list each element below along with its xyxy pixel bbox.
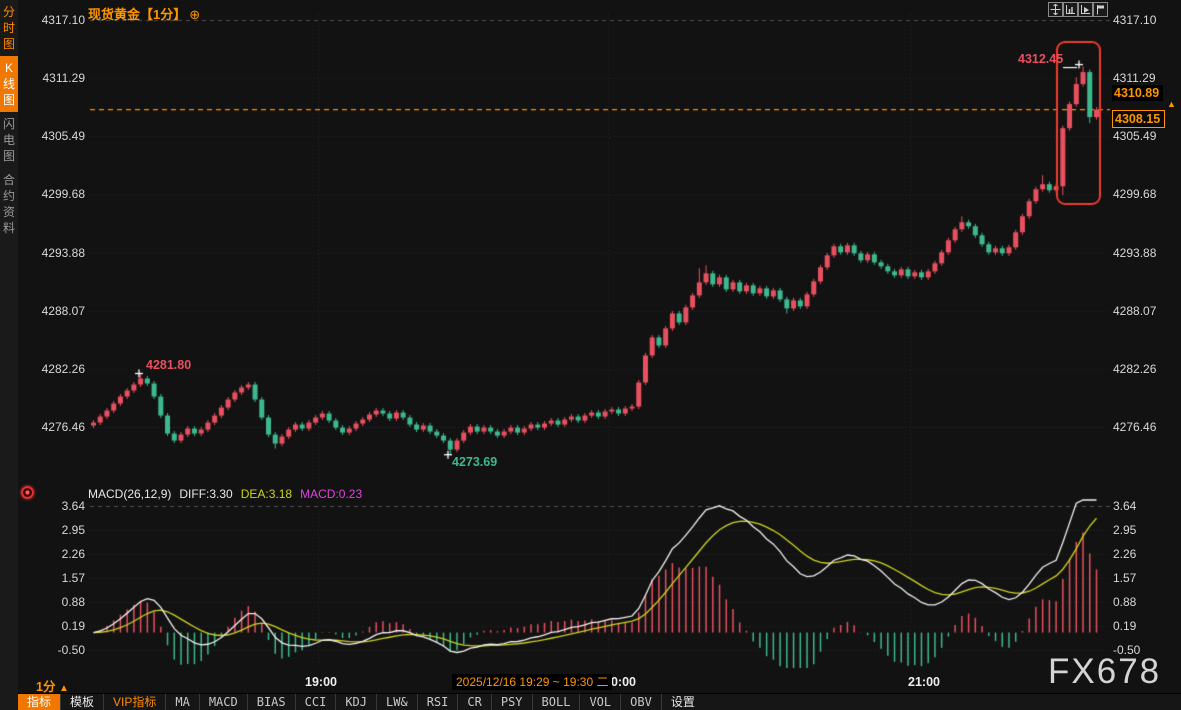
macd-axis-label: 1.57 <box>30 571 85 585</box>
chart-title: 现货黄金【1分】⊕ <box>88 4 200 23</box>
macd-axis-label: 2.95 <box>1113 523 1136 537</box>
macd-axis-label: 3.64 <box>1113 499 1136 513</box>
macd-axis-label: 1.57 <box>1113 571 1136 585</box>
watermark: FX678 <box>1048 652 1161 692</box>
macd-axis-label: 3.64 <box>30 499 85 513</box>
indicator-macd[interactable]: MACD <box>200 694 248 710</box>
flag-icon[interactable] <box>1093 2 1108 17</box>
indicator-cci[interactable]: CCI <box>296 694 337 710</box>
macd-params-label: MACD(26,12,9) <box>88 487 171 501</box>
settings-button[interactable]: 设置 <box>662 694 704 710</box>
macd-axis-label: 0.19 <box>30 619 85 633</box>
sidebar-item-flash[interactable]: 闪电图 <box>0 112 18 168</box>
price-axis-label: 4311.29 <box>1113 71 1156 85</box>
session-high-label: 4312.45 <box>1018 52 1063 66</box>
macd-axis-label: 2.26 <box>1113 547 1136 561</box>
macd-axis-label: 0.19 <box>1113 619 1136 633</box>
macd-dea-value: DEA:3.18 <box>241 487 292 501</box>
tab-templates[interactable]: 模板 <box>61 694 104 710</box>
macd-indicator-dot-icon[interactable] <box>21 486 34 499</box>
local-low-label: 4273.69 <box>452 455 497 469</box>
indicator-obv[interactable]: OBV <box>621 694 662 710</box>
price-axis-label: 4299.68 <box>30 187 85 201</box>
price-axis-label: 4293.88 <box>30 246 85 260</box>
macd-header: MACD(26,12,9) DIFF:3.30 DEA:3.18 MACD:0.23 <box>88 487 370 501</box>
indicator-cr[interactable]: CR <box>458 694 491 710</box>
chart-canvas[interactable] <box>0 0 1181 710</box>
indicator-toolbar: 指标 模板 VIP指标 MA MACD BIAS CCI KDJ LW& RSI… <box>18 693 1181 710</box>
indicator-rsi[interactable]: RSI <box>418 694 459 710</box>
price-axis-label: 4282.26 <box>1113 362 1156 376</box>
price-axis-label: 4317.10 <box>1113 13 1156 27</box>
interval-label: 1分 <box>36 680 55 694</box>
macd-axis-label: 2.95 <box>30 523 85 537</box>
price-axis-label: 4305.49 <box>1113 129 1156 143</box>
indicator-lw[interactable]: LW& <box>377 694 418 710</box>
indicator-psy[interactable]: PSY <box>492 694 533 710</box>
tab-indicators[interactable]: 指标 <box>18 694 61 710</box>
symbol-interval-label: 现货黄金【1分】 <box>88 7 186 22</box>
sidebar-item-contract-info[interactable]: 合约资料 <box>0 168 18 240</box>
candle-time-tooltip: 2025/12/16 19:29 ~ 19:30 二 <box>452 674 612 690</box>
macd-axis-label: -0.50 <box>30 643 85 657</box>
expand-icon[interactable]: ⊕ <box>189 7 200 22</box>
indicator-ma[interactable]: MA <box>166 694 199 710</box>
price-axis-label: 4288.07 <box>30 304 85 318</box>
macd-bar-value: MACD:0.23 <box>300 487 362 501</box>
trading-chart-window: 分时图 K线图 闪电图 合约资料 现货黄金【1分】⊕ 4310.89 4308.… <box>0 0 1181 710</box>
macd-axis-label: 0.88 <box>1113 595 1136 609</box>
price-axis-label: 4288.07 <box>1113 304 1156 318</box>
price-axis-label: 4305.49 <box>30 129 85 143</box>
price-axis-label: 4282.26 <box>30 362 85 376</box>
price-axis-label: 4317.10 <box>30 13 85 27</box>
price-axis-label: 4311.29 <box>30 71 85 85</box>
indicator-bias[interactable]: BIAS <box>248 694 296 710</box>
indicator-boll[interactable]: BOLL <box>533 694 581 710</box>
macd-axis-label: 2.26 <box>30 547 85 561</box>
time-label-19: 19:00 <box>305 675 337 689</box>
last-price-tag: 4310.89 <box>1112 85 1163 101</box>
indicator-vol[interactable]: VOL <box>580 694 621 710</box>
current-price-line-tag: 4308.15 <box>1112 110 1165 128</box>
time-label-21: 21:00 <box>908 675 940 689</box>
indicator-kdj[interactable]: KDJ <box>336 694 377 710</box>
sidebar: 分时图 K线图 闪电图 合约资料 <box>0 0 18 710</box>
macd-axis-label: 0.88 <box>30 595 85 609</box>
crosshair-icon[interactable] <box>1048 2 1063 17</box>
price-alert-pin-icon[interactable]: ▲ <box>1167 99 1176 109</box>
price-axis-label: 4276.46 <box>1113 420 1156 434</box>
price-axis-label: 4293.88 <box>1113 246 1156 260</box>
chart-axis-play-icon[interactable] <box>1078 2 1093 17</box>
chart-axis-bars-icon[interactable] <box>1063 2 1078 17</box>
price-axis-label: 4276.46 <box>30 420 85 434</box>
tab-vip-indicators[interactable]: VIP指标 <box>104 694 166 710</box>
sidebar-item-timeline[interactable]: 分时图 <box>0 0 18 56</box>
macd-diff-value: DIFF:3.30 <box>179 487 232 501</box>
sidebar-item-kline[interactable]: K线图 <box>0 56 18 112</box>
price-axis-label: 4299.68 <box>1113 187 1156 201</box>
local-high-label: 4281.80 <box>146 358 191 372</box>
